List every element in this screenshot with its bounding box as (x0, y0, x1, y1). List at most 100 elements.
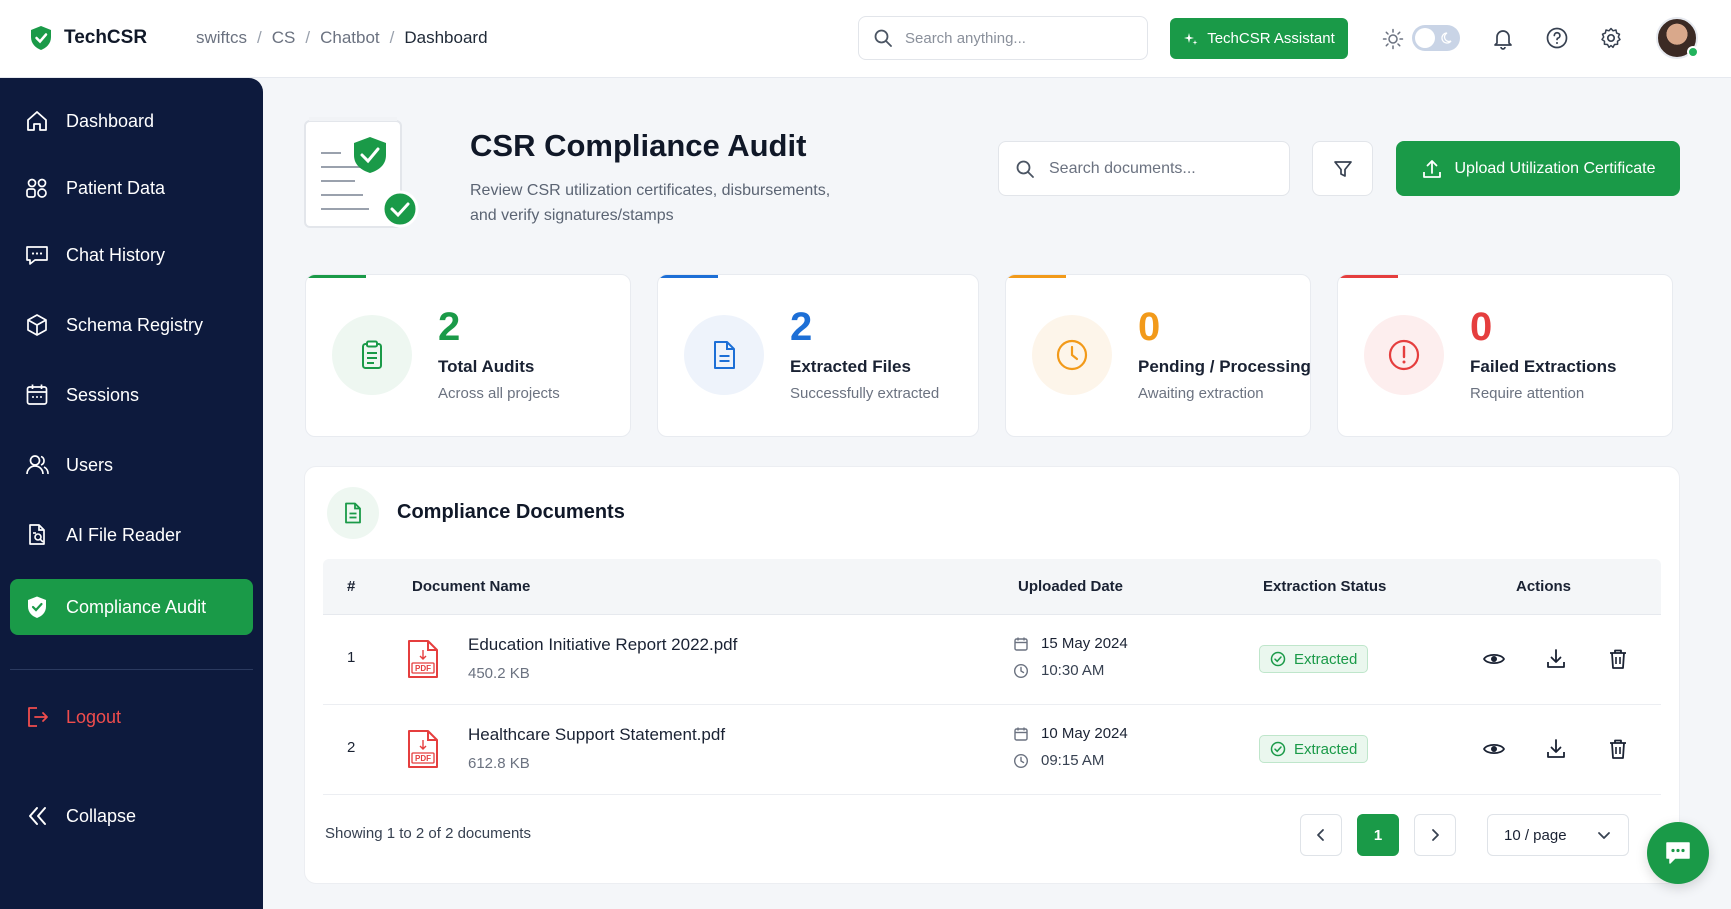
upload-certificate-button[interactable]: Upload Utilization Certificate (1396, 141, 1680, 196)
sidebar-item-schema-registry[interactable]: Schema Registry (10, 297, 253, 353)
brand[interactable]: TechCSR (28, 24, 147, 52)
breadcrumb: swiftcs / CS / Chatbot / Dashboard (196, 28, 488, 48)
logout-icon (28, 707, 48, 727)
user-avatar[interactable] (1656, 17, 1699, 59)
check-circle-icon (1270, 651, 1286, 667)
stat-label: Total Audits (438, 357, 535, 376)
stat-card-failed: 0 Failed Extractions Require attention (1337, 274, 1673, 437)
theme-toggle[interactable] (1412, 25, 1460, 51)
sidebar-item-ai-file-reader[interactable]: AI File Reader (10, 507, 253, 563)
stat-value: 2 (438, 305, 461, 349)
file-search-icon (29, 524, 45, 545)
download-icon[interactable] (1544, 647, 1568, 671)
sidebar-item-patient-data[interactable]: Patient Data (10, 160, 253, 216)
global-search-input[interactable] (905, 29, 1125, 47)
shield-logo-icon (31, 26, 51, 50)
view-icon[interactable] (1482, 737, 1506, 761)
stat-card-pending: 0 Pending / Processing Awaiting extracti… (1005, 274, 1311, 437)
document-search-input[interactable] (1049, 159, 1269, 178)
bell-icon[interactable] (1491, 26, 1515, 50)
stat-value: 0 (1470, 305, 1493, 349)
sidebar-item-users[interactable]: Users (10, 437, 253, 493)
pdf-file-icon: PDF (408, 730, 438, 768)
date-text: 10 May 2024 (1041, 725, 1128, 742)
stat-icon-circle (1032, 315, 1112, 395)
assistant-button[interactable]: TechCSR Assistant (1170, 18, 1348, 59)
pagination-summary: Showing 1 to 2 of 2 documents (325, 825, 531, 842)
top-bar: TechCSR swiftcs / CS / Chatbot / Dashboa… (0, 0, 1731, 78)
logout-label: Logout (66, 706, 122, 727)
svg-text:PDF: PDF (415, 664, 431, 673)
shield-check-icon (28, 596, 46, 618)
sun-icon (1382, 28, 1404, 50)
trash-icon[interactable] (1606, 737, 1630, 761)
search-icon (1016, 160, 1034, 178)
cube-icon (27, 314, 47, 336)
users-icon (26, 455, 49, 475)
upload-button-label: Upload Utilization Certificate (1454, 159, 1656, 177)
gear-icon[interactable] (1599, 26, 1623, 50)
status-badge: Extracted (1259, 645, 1369, 673)
status-text: Extracted (1294, 650, 1358, 668)
file-text-icon (714, 341, 735, 369)
documents-panel: Compliance Documents # Document Name Upl… (304, 466, 1680, 884)
breadcrumb-separator: / (257, 28, 262, 47)
chat-icon (26, 246, 48, 265)
date-text: 15 May 2024 (1041, 635, 1128, 652)
sidebar-item-compliance-audit[interactable]: Compliance Audit (10, 579, 253, 635)
sidebar-item-dashboard[interactable]: Dashboard (10, 93, 253, 149)
sidebar-item-chat-history[interactable]: Chat History (10, 227, 253, 283)
sidebar-item-label: AI File Reader (66, 524, 182, 545)
documents-title: Compliance Documents (397, 501, 625, 523)
next-page-button[interactable] (1414, 814, 1456, 856)
document-name[interactable]: Healthcare Support Statement.pdf (468, 725, 725, 745)
stat-label: Failed Extractions (1470, 357, 1617, 376)
table-row[interactable]: 1 PDF Education Initiative Report 2022.p… (323, 615, 1661, 705)
stat-card-total-audits: 2 Total Audits Across all projects (305, 274, 631, 437)
document-size: 612.8 KB (468, 755, 530, 772)
card-accent (306, 275, 366, 278)
sparkle-icon (1184, 32, 1198, 45)
stat-label: Pending / Processing (1138, 357, 1311, 376)
chevron-down-icon (1598, 832, 1610, 839)
global-search[interactable] (858, 16, 1148, 60)
search-icon (874, 29, 892, 47)
status-text: Extracted (1294, 740, 1358, 758)
breadcrumb-item[interactable]: CS (272, 28, 296, 48)
table-row[interactable]: 2 PDF Healthcare Support Statement.pdf 6… (323, 705, 1661, 795)
page-size-value: 10 / page (1504, 826, 1567, 844)
page-button[interactable]: 1 (1357, 814, 1399, 856)
stat-icon-circle (684, 315, 764, 395)
chevron-double-left-icon (29, 807, 46, 825)
breadcrumb-item[interactable]: swiftcs (196, 28, 247, 48)
pdf-file-icon: PDF (408, 640, 438, 678)
sidebar-item-label: Users (66, 454, 114, 475)
calendar-icon (1014, 727, 1028, 741)
calendar-icon (1014, 637, 1028, 651)
status-badge: Extracted (1259, 735, 1369, 763)
column-header: # (347, 578, 356, 595)
sidebar-item-sessions[interactable]: Sessions (10, 367, 253, 423)
card-accent (1006, 275, 1066, 278)
table-header: # Document Name Uploaded Date Extraction… (323, 559, 1661, 615)
column-header: Uploaded Date (1018, 578, 1124, 595)
trash-icon[interactable] (1606, 647, 1630, 671)
chat-fab-button[interactable] (1647, 822, 1709, 884)
clock-icon (1056, 339, 1088, 371)
card-accent (1338, 275, 1398, 278)
online-indicator (1687, 46, 1699, 58)
breadcrumb-item[interactable]: Chatbot (320, 28, 380, 48)
prev-page-button[interactable] (1300, 814, 1342, 856)
document-name[interactable]: Education Initiative Report 2022.pdf (468, 635, 737, 655)
filter-button[interactable] (1312, 141, 1373, 196)
chevron-right-icon (1432, 829, 1439, 841)
help-icon[interactable] (1545, 26, 1569, 50)
stat-value: 2 (790, 305, 813, 349)
upload-date: 10 May 2024 (1013, 725, 1128, 742)
download-icon[interactable] (1544, 737, 1568, 761)
collapse-button[interactable]: Collapse (10, 788, 253, 844)
view-icon[interactable] (1482, 647, 1506, 671)
page-size-select[interactable]: 10 / page (1487, 814, 1629, 856)
document-search[interactable] (998, 141, 1290, 196)
logout-button[interactable]: Logout (10, 689, 253, 745)
